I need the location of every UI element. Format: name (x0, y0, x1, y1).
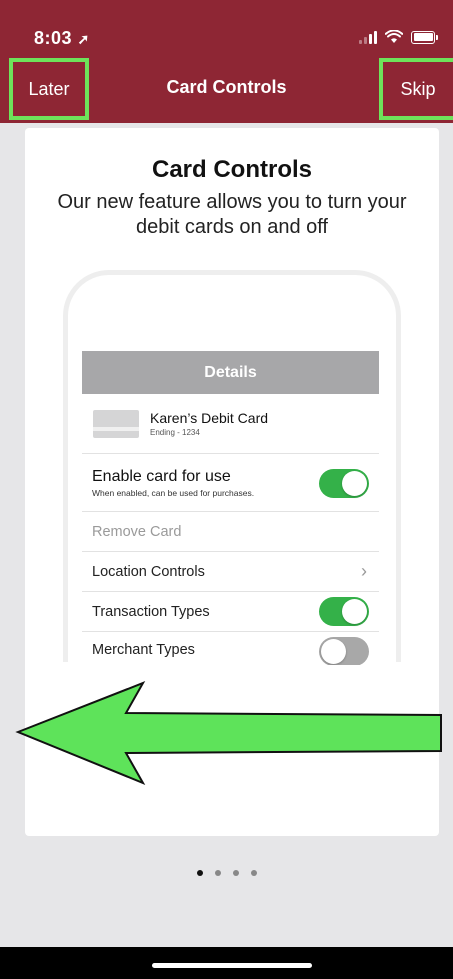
enable-card-title: Enable card for use (92, 468, 231, 485)
card-subtitle: Our new feature allows you to turn your … (57, 191, 407, 238)
signal-icon (359, 30, 377, 44)
location-controls-label: Location Controls (92, 563, 205, 580)
transaction-types-label: Transaction Types (92, 603, 210, 620)
card-title: Card Controls (151, 156, 312, 183)
remove-card-row: Remove Card (82, 512, 379, 552)
card-ending: Ending - 1234 (150, 428, 200, 437)
card-thumbnail-icon (93, 410, 139, 438)
merchant-types-toggle (319, 637, 369, 665)
chevron-right-icon: › (361, 561, 367, 581)
transaction-types-row: Transaction Types (82, 592, 379, 632)
transaction-types-toggle (319, 597, 369, 626)
merchant-types-label: Merchant Types (92, 642, 195, 658)
details-header: Details (82, 351, 379, 394)
page-indicator[interactable] (0, 870, 453, 876)
page-dot-active (196, 870, 203, 876)
home-indicator[interactable] (152, 963, 312, 968)
phone-mockup-screen: Details Karen’s Debit Card Ending - 1234… (82, 351, 379, 665)
status-time: 8:03 ➚ (34, 28, 90, 49)
enable-card-description: When enabled, can be used for purchases. (92, 488, 255, 498)
skip-button[interactable]: Skip (379, 58, 453, 120)
status-icons (359, 27, 438, 47)
merchant-types-row: Merchant Types (82, 632, 379, 665)
debit-card-row: Karen’s Debit Card Ending - 1234 (82, 394, 379, 454)
battery-icon (411, 30, 438, 44)
enable-card-toggle (319, 469, 369, 498)
swipe-left-arrow-icon (15, 681, 442, 785)
page-dot (214, 870, 221, 876)
wifi-icon (385, 30, 403, 43)
home-bar (0, 947, 453, 979)
page-dot (250, 870, 257, 876)
location-arrow-icon: ➚ (77, 31, 90, 47)
enable-card-row: Enable card for use When enabled, can be… (82, 454, 379, 512)
card-name: Karen’s Debit Card (150, 410, 269, 426)
status-time-label: 8:03 (34, 28, 73, 48)
page-dot (232, 870, 239, 876)
location-controls-row: Location Controls › (82, 552, 379, 592)
